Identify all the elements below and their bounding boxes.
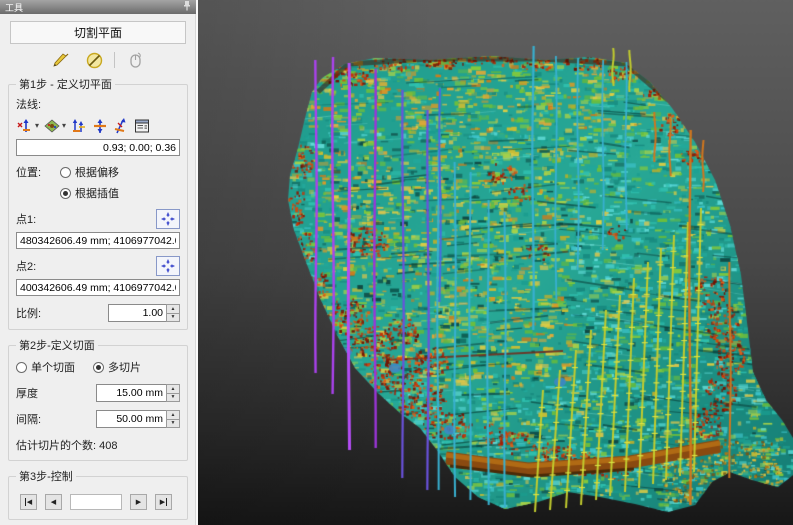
thickness-spinner: ▲ ▼ [96, 384, 180, 402]
point2-pick-button[interactable] [156, 256, 180, 276]
normal-plane-dropdown-icon[interactable]: ▾ [62, 121, 66, 130]
normal-label: 法线: [16, 96, 180, 112]
interval-spinner: ▲ ▼ [96, 410, 180, 428]
scale-spin-down-icon[interactable]: ▼ [167, 313, 179, 322]
disable-plane-icon[interactable] [81, 50, 107, 70]
thickness-label: 厚度 [16, 385, 38, 401]
position-label: 位置: [16, 164, 60, 180]
point1-pick-button[interactable] [156, 209, 180, 229]
last-slice-icon: ▶ [160, 498, 167, 506]
radio-by-offset[interactable]: 根据偏移 [60, 164, 119, 180]
thickness-spin-down-icon[interactable]: ▼ [167, 393, 179, 402]
pointcloud-canvas[interactable] [198, 0, 793, 525]
step2-legend: 第2步-定义切面 [16, 337, 98, 353]
point1-label: 点1: [16, 211, 36, 227]
panel-body: 切割平面 第1步 - 定义切平面 法线: [0, 14, 196, 525]
radio-single-section-icon [16, 362, 27, 373]
normal-plane-icon[interactable] [43, 117, 61, 134]
last-slice-button[interactable]: ▶ [155, 494, 172, 510]
normal-vertical-icon[interactable] [91, 117, 109, 134]
scale-spin-up-icon[interactable]: ▲ [167, 305, 179, 313]
tool-action-icons [6, 50, 190, 70]
previous-slice-icon: ◀ [51, 498, 56, 506]
interval-label: 间隔: [16, 411, 41, 427]
tool-header: 切割平面 [10, 21, 186, 44]
normal-axis-dropdown-icon[interactable]: ▾ [35, 121, 39, 130]
radio-multi-slice-label: 多切片 [108, 359, 141, 375]
application-window: 工具 切割平面 第1步 - 定义切平 [0, 0, 793, 525]
interval-spin-up-icon[interactable]: ▲ [167, 411, 179, 419]
radio-multi-slice-icon [93, 362, 104, 373]
slice-index-input[interactable] [70, 494, 122, 510]
normal-dialog-icon[interactable] [133, 117, 151, 134]
slice-count-estimate: 估计切片的个数: 408 [16, 437, 117, 453]
normal-axis-icon[interactable] [16, 117, 34, 134]
toolbar-divider [114, 52, 115, 68]
panel-titlebar[interactable]: 工具 [0, 0, 196, 14]
radio-by-interpolation[interactable]: 根据插值 [60, 185, 119, 201]
first-slice-icon: ◀ [25, 498, 32, 506]
slice-navigation: ◀ ◀ ▶ ▶ [16, 492, 180, 514]
pin-icon[interactable] [183, 1, 191, 13]
step3-group: 第3步-控制 ◀ ◀ ▶ ▶ [8, 468, 188, 520]
first-slice-button[interactable]: ◀ [20, 494, 37, 510]
tool-panel: 工具 切割平面 第1步 - 定义切平 [0, 0, 198, 525]
thickness-spin-up-icon[interactable]: ▲ [167, 385, 179, 393]
normal-two-points-icon[interactable] [70, 117, 88, 134]
radio-multi-slice[interactable]: 多切片 [93, 359, 141, 375]
position-radio-group: 根据偏移 根据插值 [60, 164, 119, 201]
interval-spin-down-icon[interactable]: ▼ [167, 419, 179, 428]
interval-input[interactable] [96, 410, 166, 428]
point2-value-input[interactable] [16, 279, 180, 296]
scale-spinner: ▲ ▼ [108, 304, 180, 322]
radio-by-interpolation-label: 根据插值 [75, 185, 119, 201]
scale-input[interactable] [108, 304, 166, 322]
step2-group: 第2步-定义切面 单个切面 多切片 厚度 [8, 337, 188, 461]
mouse-pick-icon[interactable] [122, 50, 148, 70]
panel-title: 工具 [5, 1, 23, 14]
step1-legend: 第1步 - 定义切平面 [16, 76, 115, 92]
next-slice-button[interactable]: ▶ [130, 494, 147, 510]
thickness-input[interactable] [96, 384, 166, 402]
edit-plane-icon[interactable] [48, 50, 74, 70]
normal-value-input[interactable] [16, 139, 180, 156]
radio-by-interpolation-icon [60, 188, 71, 199]
step1-group: 第1步 - 定义切平面 法线: ▾ ▾ [8, 76, 188, 330]
radio-single-section-label: 单个切面 [31, 359, 75, 375]
radio-single-section[interactable]: 单个切面 [16, 359, 75, 375]
point2-label: 点2: [16, 258, 36, 274]
viewport-3d [198, 0, 793, 525]
next-slice-icon: ▶ [136, 498, 141, 506]
point1-value-input[interactable] [16, 232, 180, 249]
radio-by-offset-label: 根据偏移 [75, 164, 119, 180]
normal-rotate-icon[interactable] [112, 117, 130, 134]
step3-legend: 第3步-控制 [16, 468, 76, 484]
previous-slice-button[interactable]: ◀ [45, 494, 62, 510]
scale-label: 比例: [16, 305, 41, 321]
radio-by-offset-icon [60, 167, 71, 178]
normal-toolbar: ▾ ▾ [16, 117, 180, 134]
